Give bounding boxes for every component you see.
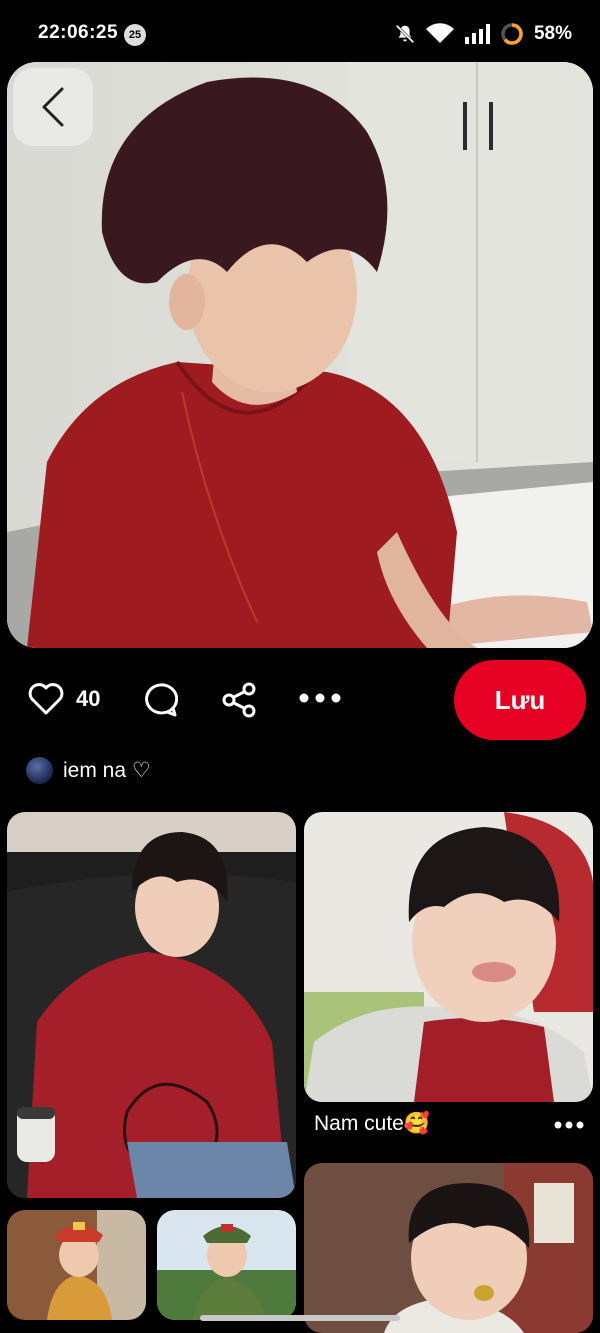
pin-author[interactable]: iem na ♡ bbox=[26, 757, 151, 784]
like-button[interactable]: 40 bbox=[28, 682, 100, 716]
related-pin-5[interactable] bbox=[304, 1163, 593, 1333]
pin-actions: 40 Lưu bbox=[0, 660, 600, 742]
related-pin-4[interactable] bbox=[157, 1210, 296, 1320]
battery-icon bbox=[501, 23, 523, 45]
save-button[interactable]: Lưu bbox=[454, 660, 586, 740]
pin-photo bbox=[7, 62, 593, 648]
notification-badge: 25 bbox=[124, 24, 146, 46]
status-bar: 22:06:25 25 58% bbox=[0, 0, 600, 62]
comment-icon bbox=[145, 683, 179, 717]
related-pin-2-photo bbox=[304, 812, 593, 1102]
back-icon bbox=[42, 87, 64, 127]
more-icon bbox=[299, 693, 341, 703]
related-pin-5-photo bbox=[304, 1163, 593, 1333]
related-pin-3-photo bbox=[7, 1210, 146, 1320]
heart-icon bbox=[28, 683, 64, 715]
avatar bbox=[26, 757, 53, 784]
comment-button[interactable] bbox=[142, 682, 179, 723]
related-pin-1-photo bbox=[7, 812, 296, 1198]
pin-image[interactable] bbox=[7, 62, 593, 648]
related-pin-2-more-button[interactable] bbox=[554, 1118, 584, 1136]
more-options-button[interactable] bbox=[298, 690, 342, 711]
mute-icon bbox=[395, 24, 415, 44]
related-pin-3[interactable] bbox=[7, 1210, 146, 1320]
related-pin-2-caption[interactable]: Nam cute🥰 bbox=[314, 1112, 430, 1136]
back-button[interactable] bbox=[13, 68, 93, 146]
share-icon bbox=[222, 682, 256, 718]
wifi-icon bbox=[425, 23, 454, 43]
like-count: 40 bbox=[76, 686, 101, 711]
status-icons: 58% bbox=[394, 20, 572, 48]
more-icon bbox=[554, 1121, 584, 1129]
signal-icon bbox=[464, 24, 490, 44]
related-pin-1[interactable] bbox=[7, 812, 296, 1198]
author-name: iem na ♡ bbox=[63, 759, 151, 782]
battery-percent: 58% bbox=[533, 23, 572, 44]
related-pin-2[interactable] bbox=[304, 812, 593, 1102]
home-indicator[interactable] bbox=[200, 1315, 400, 1321]
share-button[interactable] bbox=[220, 682, 258, 723]
related-pin-4-photo bbox=[157, 1210, 296, 1320]
status-time: 22:06:25 bbox=[38, 22, 119, 43]
